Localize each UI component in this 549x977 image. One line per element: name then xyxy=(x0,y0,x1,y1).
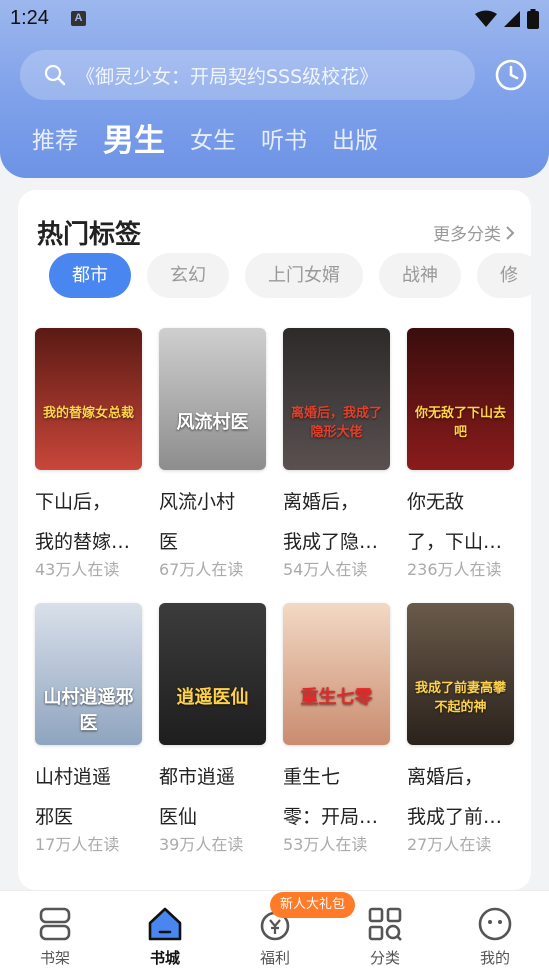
search-placeholder: 《御灵少女：开局契约SSS级校花》 xyxy=(76,65,379,88)
nav-profile[interactable]: 我的 xyxy=(455,905,535,968)
nav-bookstore[interactable]: 书城 xyxy=(125,905,205,968)
tag-chips: 都市 玄幻 上门女婿 战神 修 xyxy=(49,253,531,298)
book-title-line: 你无敌 xyxy=(407,491,465,513)
book-title-line: 都市逍遥 xyxy=(159,766,236,788)
bookshelf-icon xyxy=(39,907,71,941)
search-bar[interactable]: 《御灵少女：开局契约SSS级校花》 xyxy=(20,50,475,100)
tab-publishing[interactable]: 出版 xyxy=(332,118,378,164)
book-title[interactable]: 你无敌 了，下山… xyxy=(407,482,517,562)
nav-label: 书城 xyxy=(149,949,180,967)
chevron-right-icon xyxy=(506,225,515,240)
book-item[interactable]: 山村逍遥邪医 山村逍遥 邪医 17万人在读 xyxy=(35,603,145,855)
book-title[interactable]: 风流小村医 xyxy=(159,482,269,562)
nav-label: 书架 xyxy=(39,949,70,967)
book-read-count: 17万人在读 xyxy=(35,835,120,854)
book-title-line: 重生七 xyxy=(283,766,341,788)
book-cover[interactable]: 风流村医 xyxy=(159,328,266,470)
tab-male[interactable]: 男生 xyxy=(103,118,165,164)
header: 1:24 A 《御灵少女：开局契约SSS级校花》 推荐 男生 女生 听书 出版 xyxy=(0,0,549,178)
book-cover-text: 重生七零 xyxy=(300,687,373,708)
channel-tabs: 推荐 男生 女生 听书 出版 xyxy=(32,118,403,164)
book-item[interactable]: 我的替嫁女总裁 下山后， 我的替嫁… 43万人在读 xyxy=(35,328,145,580)
profile-icon xyxy=(478,907,512,941)
new-user-gift-badge[interactable]: 新人大礼包 xyxy=(270,892,356,918)
book-cover[interactable]: 我的替嫁女总裁 xyxy=(35,328,142,470)
book-item[interactable]: 重生七零 重生七 零：开局… 53万人在读 xyxy=(283,603,393,855)
book-cover-text: 离婚后，我成了隐形大佬 xyxy=(290,406,382,440)
book-item[interactable]: 风流村医风流小村医 67万人在读 xyxy=(159,328,269,580)
status-time: 1:24 xyxy=(10,7,49,29)
wifi-icon xyxy=(475,10,497,27)
book-read-count: 236万人在读 xyxy=(407,560,502,579)
bookstore-icon xyxy=(148,907,182,941)
book-title-line: 离婚后， xyxy=(283,491,360,513)
chip-urban[interactable]: 都市 xyxy=(49,253,131,298)
book-title[interactable]: 都市逍遥 医仙 xyxy=(159,757,269,837)
history-clock-icon[interactable] xyxy=(494,58,528,92)
book-item[interactable]: 我成了前妻高攀不起的神 离婚后， 我成了前… 27万人在读 xyxy=(407,603,517,855)
book-title[interactable]: 下山后， 我的替嫁… xyxy=(35,482,145,562)
tab-recommend[interactable]: 推荐 xyxy=(32,118,78,164)
hot-tags-card: 热门标签 更多分类 都市 玄幻 上门女婿 战神 修 我的替嫁女总裁下山后， 我的替… xyxy=(18,190,531,890)
search-icon xyxy=(44,64,66,86)
book-item[interactable]: 你无敌了下山去吧你无敌 了，下山… 236万人在读 xyxy=(407,328,517,580)
book-cover-text: 逍遥医仙 xyxy=(176,687,249,708)
signal-icon xyxy=(504,11,520,27)
chip-war-god[interactable]: 战神 xyxy=(379,253,461,298)
book-title[interactable]: 山村逍遥 邪医 xyxy=(35,757,145,837)
book-title[interactable]: 离婚后， 我成了前… xyxy=(407,757,517,837)
notification-a-icon: A xyxy=(71,11,86,26)
book-cover-text: 你无敌了下山去吧 xyxy=(414,406,506,440)
book-read-count: 67万人在读 xyxy=(159,560,244,579)
book-title-line: 下山后， xyxy=(35,491,112,513)
category-icon xyxy=(368,907,402,941)
status-bar: 1:24 A xyxy=(0,0,549,38)
book-cover-text: 我成了前妻高攀不起的神 xyxy=(414,681,506,715)
tab-audiobook[interactable]: 听书 xyxy=(261,118,307,164)
book-cover[interactable]: 逍遥医仙 xyxy=(159,603,266,745)
nav-category[interactable]: 分类 xyxy=(345,905,425,968)
book-cover[interactable]: 山村逍遥邪医 xyxy=(35,603,142,745)
book-cover[interactable]: 我成了前妻高攀不起的神 xyxy=(407,603,514,745)
tab-female[interactable]: 女生 xyxy=(190,118,236,164)
nav-label: 分类 xyxy=(369,949,400,967)
chip-cultivation[interactable]: 修 xyxy=(477,253,531,298)
book-title[interactable]: 重生七 零：开局… xyxy=(283,757,393,837)
book-cover[interactable]: 你无敌了下山去吧 xyxy=(407,328,514,470)
nav-label: 我的 xyxy=(479,949,510,967)
nav-label: 福利 xyxy=(259,949,290,967)
book-title-line: 山村逍遥 xyxy=(35,766,112,788)
nav-bookshelf[interactable]: 书架 xyxy=(15,905,95,968)
book-cover-text: 我的替嫁女总裁 xyxy=(42,406,134,421)
battery-icon xyxy=(527,9,539,29)
book-title-line: 离婚后， xyxy=(407,766,484,788)
book-cover-text: 山村逍遥邪医 xyxy=(43,687,134,734)
book-read-count: 39万人在读 xyxy=(159,835,244,854)
system-icons xyxy=(475,9,539,29)
book-title[interactable]: 离婚后， 我成了隐… xyxy=(283,482,393,562)
book-cover-text: 风流村医 xyxy=(176,412,249,433)
chip-fantasy[interactable]: 玄幻 xyxy=(147,253,229,298)
more-categories-link[interactable]: 更多分类 xyxy=(433,220,515,245)
more-categories-label: 更多分类 xyxy=(433,225,501,245)
book-item[interactable]: 离婚后，我成了隐形大佬 离婚后， 我成了隐… 54万人在读 xyxy=(283,328,393,580)
book-item[interactable]: 逍遥医仙都市逍遥 医仙 39万人在读 xyxy=(159,603,269,855)
section-title: 热门标签 xyxy=(37,220,142,250)
book-cover[interactable]: 离婚后，我成了隐形大佬 xyxy=(283,328,390,470)
book-title-line: 风流小村 xyxy=(159,491,236,513)
chip-son-in-law[interactable]: 上门女婿 xyxy=(245,253,363,298)
book-cover[interactable]: 重生七零 xyxy=(283,603,390,745)
